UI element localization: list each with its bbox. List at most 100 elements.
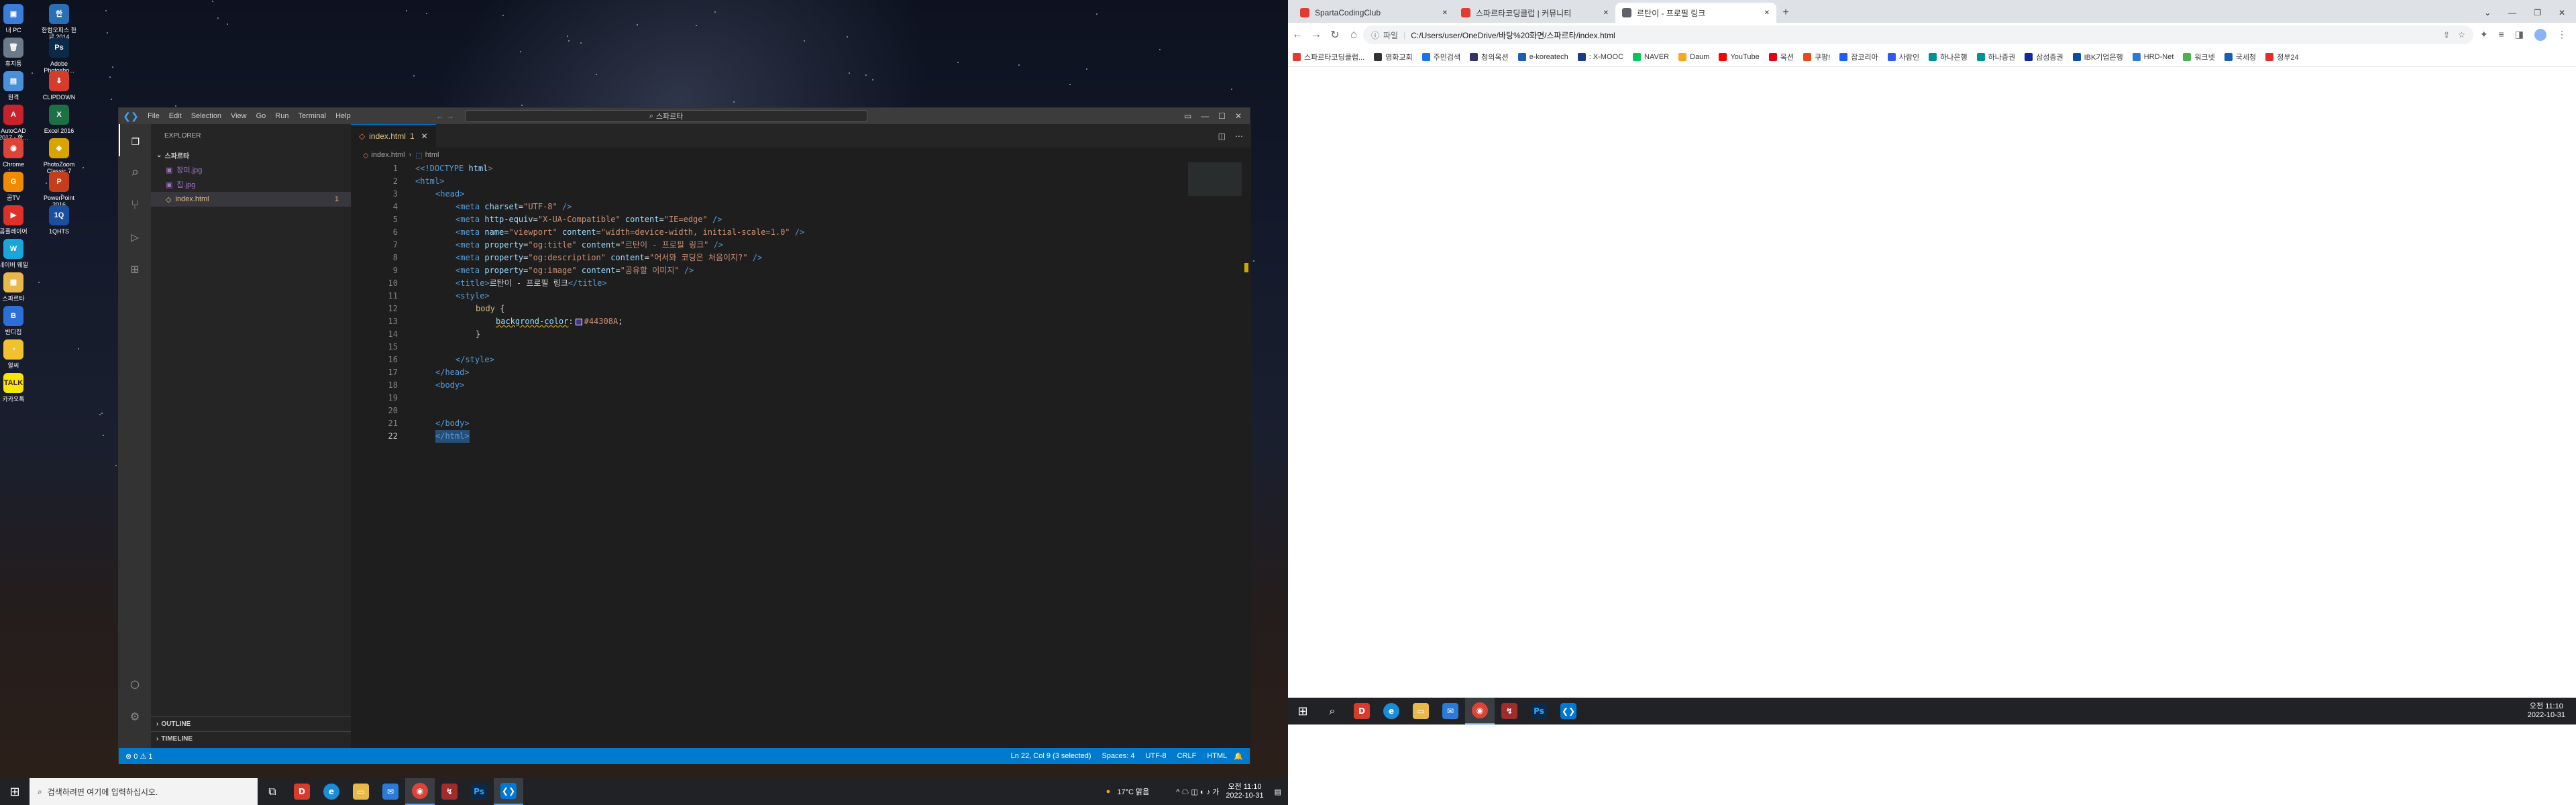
taskbar-vscode[interactable]: ❮❯ [494,778,523,805]
bookmark-item[interactable]: 옥션 [1764,52,1799,62]
taskbar-chrome[interactable]: ◉ [1465,698,1495,724]
timeline-section[interactable]: › TIMELINE [151,731,351,746]
extensions-icon[interactable]: ✦ [2480,29,2488,41]
bookmark-item[interactable]: HRD-Net [2128,52,2179,61]
file-item[interactable]: ▣ 집.jpg [151,177,351,192]
windows-start-button[interactable]: ⊞ [1288,698,1318,724]
address-bar[interactable]: ⓘ 파일 | C:/Users/user/OneDrive/바탕%20화면/스파… [1363,25,2473,44]
taskbar-app-red[interactable]: D [1347,698,1377,724]
share-icon[interactable]: ⇪ [2443,30,2450,40]
status-item[interactable]: CRLF [1177,752,1197,760]
status-item[interactable]: UTF-8 [1145,752,1166,760]
close-icon[interactable]: ✕ [1764,9,1770,17]
layout-toggle-icon[interactable]: ▭ [1184,111,1191,121]
close-button[interactable]: ✕ [2559,8,2565,17]
taskbar-photoshop[interactable]: Ps [464,778,494,805]
bookmark-item[interactable]: Daum [1674,52,1714,61]
reading-list-icon[interactable]: ≡ [2499,29,2504,41]
file-item[interactable]: ▣ 장미.jpg [151,162,351,177]
menu-help[interactable]: Help [331,112,356,120]
more-icon[interactable]: ⋯ [1235,131,1243,141]
desktop-icon[interactable]: ◉ Chrome [0,138,34,168]
taskbar-search[interactable]: ⌕ 검색하려면 여기에 입력하십시오. [30,778,258,805]
source-control-icon[interactable]: ⑂ [119,189,151,221]
desktop-icon[interactable]: A AutoCAD 2017 - 한... [0,105,34,141]
problems-status[interactable]: ⊗ 0 ⚠ 1 [119,752,159,761]
browser-tab[interactable]: SpartaCodingClub ✕ [1293,3,1454,23]
status-item[interactable]: Ln 22, Col 9 (3 selected) [1011,752,1091,760]
bookmark-item[interactable]: IBK기업은행 [2068,52,2128,62]
side-panel-icon[interactable]: ◨ [2515,29,2524,41]
outline-section[interactable]: › OUTLINE [151,716,351,731]
bookmark-item[interactable]: : X-MOOC [1573,52,1628,61]
system-tray[interactable]: ^ ☁ ◫ ◐ ♪ 가 [1176,786,1219,797]
breadcrumb-element[interactable]: html [425,151,439,159]
desktop-icon[interactable]: 1Q 1QHTS [39,205,79,235]
run-debug-icon[interactable]: ▷ [119,221,151,253]
close-icon[interactable]: ✕ [1603,9,1609,17]
star-icon[interactable]: ☆ [2458,30,2465,40]
menu-run[interactable]: Run [270,112,293,120]
close-button[interactable]: ✕ [1235,111,1242,121]
close-icon[interactable]: ✕ [421,131,428,141]
bookmark-item[interactable]: YouTube [1714,52,1764,61]
bookmark-item[interactable]: 하나은행 [1924,52,1972,62]
tab-index-html[interactable]: ◇ index.html 1 ✕ [351,124,436,148]
taskbar-vscode[interactable]: ❮❯ [1554,698,1583,724]
home-button[interactable]: ⌂ [1344,25,1363,44]
bookmark-item[interactable]: 하나증권 [1972,52,2020,62]
desktop-icon[interactable]: ▣ 내 PC [0,4,34,34]
desktop-icon[interactable]: ◈ PhotoZoom Classic 7 [39,138,79,174]
task-view-button[interactable]: ⧉ [258,778,287,805]
notification-icon[interactable]: ▤ [1275,788,1281,796]
menu-go[interactable]: Go [252,112,271,120]
desktop-icon[interactable]: G 곰TV [0,172,34,201]
bell-icon[interactable]: 🔔 [1234,752,1250,761]
bookmark-item[interactable]: 삼성증권 [2020,52,2068,62]
search-button[interactable]: ⌕ [1318,698,1347,724]
bookmark-item[interactable]: 영화교회 [1369,52,1417,62]
new-tab-button[interactable]: + [1776,3,1795,23]
taskbar-edge[interactable]: e [317,778,346,805]
weather-text[interactable]: 17°C 맑음 [1117,786,1149,797]
desktop-icon[interactable]: B 반디집 [0,306,34,335]
desktop-icon[interactable]: TALK 카카오톡 [0,373,34,402]
taskbar-chrome[interactable]: ◉ [405,778,435,805]
desktop-icon[interactable]: X Excel 2016 [39,105,79,134]
color-swatch[interactable] [575,318,582,325]
desktop-icon[interactable]: ⬇ CLIPDOWN [39,71,79,101]
desktop-icon[interactable]: Ps Adobe Photosho... [39,38,79,74]
minimize-button[interactable]: — [2508,8,2516,17]
bookmark-item[interactable]: e-koreatech [1513,52,1573,61]
browser-tab[interactable]: 스파르타코딩클럽 | 커뮤니티 ✕ [1454,3,1615,23]
windows-start-button[interactable]: ⊞ [0,778,30,805]
desktop-icon[interactable]: ◔ 알씨 [0,339,34,369]
desktop-icon[interactable]: 🗑 휴지통 [0,38,34,67]
desktop-icon[interactable]: 한 한컴오피스 한글 2014 [39,4,79,40]
taskbar-explorer[interactable]: ▭ [346,778,376,805]
taskbar-mail[interactable]: ✉ [1436,698,1465,724]
desktop-icon[interactable]: ▶ 곰플레이어 [0,205,34,235]
restore-button[interactable]: ❐ [2534,8,2541,17]
taskbar-photoshop[interactable]: Ps [1524,698,1554,724]
desktop-icon[interactable]: ▤ 원격 [0,71,34,101]
status-item[interactable]: HTML [1207,752,1227,760]
menu-selection[interactable]: Selection [186,112,226,120]
file-item[interactable]: ◇ index.html 1 [151,192,351,207]
status-item[interactable]: Spaces: 4 [1102,752,1135,760]
folder-row[interactable]: ⌄ 스파르타 [151,148,351,162]
menu-terminal[interactable]: Terminal [294,112,331,120]
breadcrumb-file[interactable]: index.html [371,151,405,159]
search-icon[interactable]: ⌕ [119,156,151,189]
bookmark-item[interactable]: 주민검색 [1417,52,1465,62]
desktop-icon[interactable]: W 네이버 웨일 [0,239,34,268]
profile-icon[interactable] [2534,29,2546,41]
bookmark-item[interactable]: 정부24 [2261,52,2303,62]
taskbar-edge[interactable]: e [1377,698,1406,724]
bookmark-item[interactable]: 국세청 [2220,52,2261,62]
minimap[interactable] [1188,162,1242,196]
taskbar-mail[interactable]: ✉ [376,778,405,805]
menu-icon[interactable]: ⋮ [2557,29,2567,41]
taskbar-app2[interactable]: ↯ [1495,698,1524,724]
tab-search-icon[interactable]: ⌄ [2484,8,2491,17]
